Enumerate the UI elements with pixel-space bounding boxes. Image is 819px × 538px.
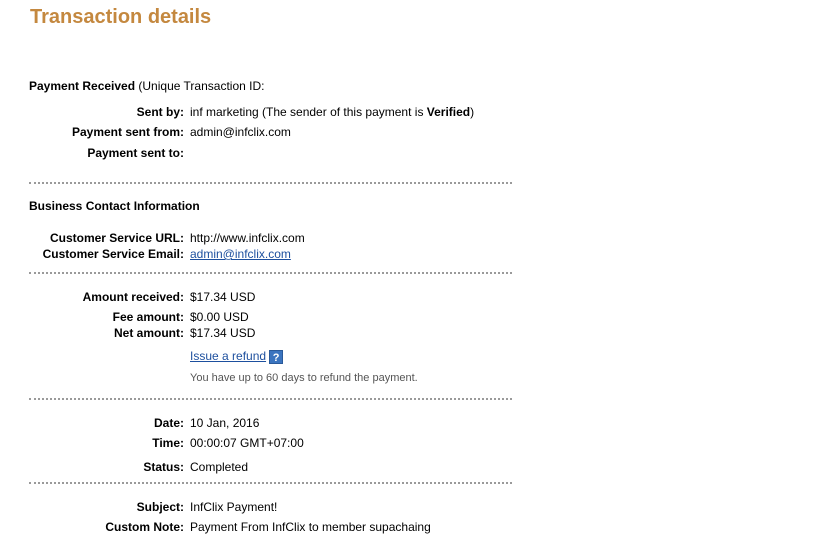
status-row: Status: Completed — [0, 459, 520, 475]
divider — [29, 398, 512, 400]
payment-sent-from-value: admin@infclix.com — [190, 125, 291, 139]
help-icon[interactable]: ? — [269, 349, 284, 364]
amount-received-row: Amount received: $17.34 USD — [0, 289, 520, 305]
customer-service-email-link[interactable]: admin@infclix.com — [190, 247, 291, 261]
custom-note-label: Custom Note: — [105, 520, 184, 534]
net-amount-row: Net amount: $17.34 USD — [0, 325, 520, 341]
payment-sent-from-label: Payment sent from: — [71, 125, 184, 139]
sender-verified-status: Verified — [426, 105, 471, 119]
subject-value: InfClix Payment! — [190, 500, 278, 514]
status-label: Status: — [143, 460, 184, 474]
payment-sent-from-row: Payment sent from: admin@infclix.com — [0, 124, 520, 140]
fee-amount-label: Fee amount: — [112, 310, 184, 324]
sender-name: inf marketing (The sender of this paymen… — [190, 105, 427, 119]
fee-amount-value: $0.00 USD — [190, 310, 249, 324]
customer-service-url-value: http://www.infclix.com — [190, 231, 305, 245]
payment-received-heading: Payment Received (Unique Transaction ID: — [29, 79, 264, 93]
payment-received-label: Payment Received — [29, 79, 136, 93]
divider — [29, 182, 512, 184]
custom-note-row: Custom Note: Payment From InfClix to mem… — [0, 519, 520, 535]
issue-refund-group: Issue a refund? — [190, 348, 284, 364]
time-value: 00:00:07 GMT+07:00 — [190, 436, 304, 450]
date-label: Date: — [153, 416, 184, 430]
customer-service-email-row: Customer Service Email: admin@infclix.co… — [0, 246, 520, 262]
customer-service-url-label: Customer Service URL: — [49, 231, 184, 245]
subject-label: Subject: — [136, 500, 184, 514]
time-row: Time: 00:00:07 GMT+07:00 — [0, 435, 520, 451]
refund-note: You have up to 60 days to refund the pay… — [190, 372, 418, 384]
divider — [29, 272, 512, 274]
transaction-id-label: (Unique Transaction ID: — [135, 79, 265, 93]
time-label: Time: — [152, 436, 184, 450]
divider — [29, 482, 512, 484]
issue-refund-link[interactable]: Issue a refund — [190, 349, 266, 363]
payment-sent-to-row: Payment sent to: — [0, 145, 520, 161]
subject-row: Subject: InfClix Payment! — [0, 499, 520, 515]
sender-close-paren: ) — [470, 105, 475, 119]
sent-by-label: Sent by: — [136, 105, 184, 119]
payment-sent-to-label: Payment sent to: — [87, 146, 184, 160]
date-value: 10 Jan, 2016 — [190, 416, 260, 430]
amount-received-label: Amount received: — [82, 290, 184, 304]
status-value: Completed — [190, 460, 249, 474]
net-amount-value: $17.34 USD — [190, 326, 256, 340]
net-amount-label: Net amount: — [114, 326, 184, 340]
page-title: Transaction details — [30, 6, 212, 28]
custom-note-value: Payment From InfClix to member supachain… — [190, 520, 431, 534]
date-row: Date: 10 Jan, 2016 — [0, 415, 520, 431]
customer-service-email-label: Customer Service Email: — [42, 247, 184, 261]
sent-by-row: Sent by: inf marketing (The sender of th… — [0, 104, 520, 120]
amount-received-value: $17.34 USD — [190, 290, 256, 304]
customer-service-url-row: Customer Service URL: http://www.infclix… — [0, 230, 520, 246]
sent-by-value: inf marketing (The sender of this paymen… — [190, 104, 474, 120]
business-contact-heading: Business Contact Information — [29, 199, 200, 213]
business-contact-title: Business Contact Information — [29, 199, 200, 213]
fee-amount-row: Fee amount: $0.00 USD — [0, 309, 520, 325]
